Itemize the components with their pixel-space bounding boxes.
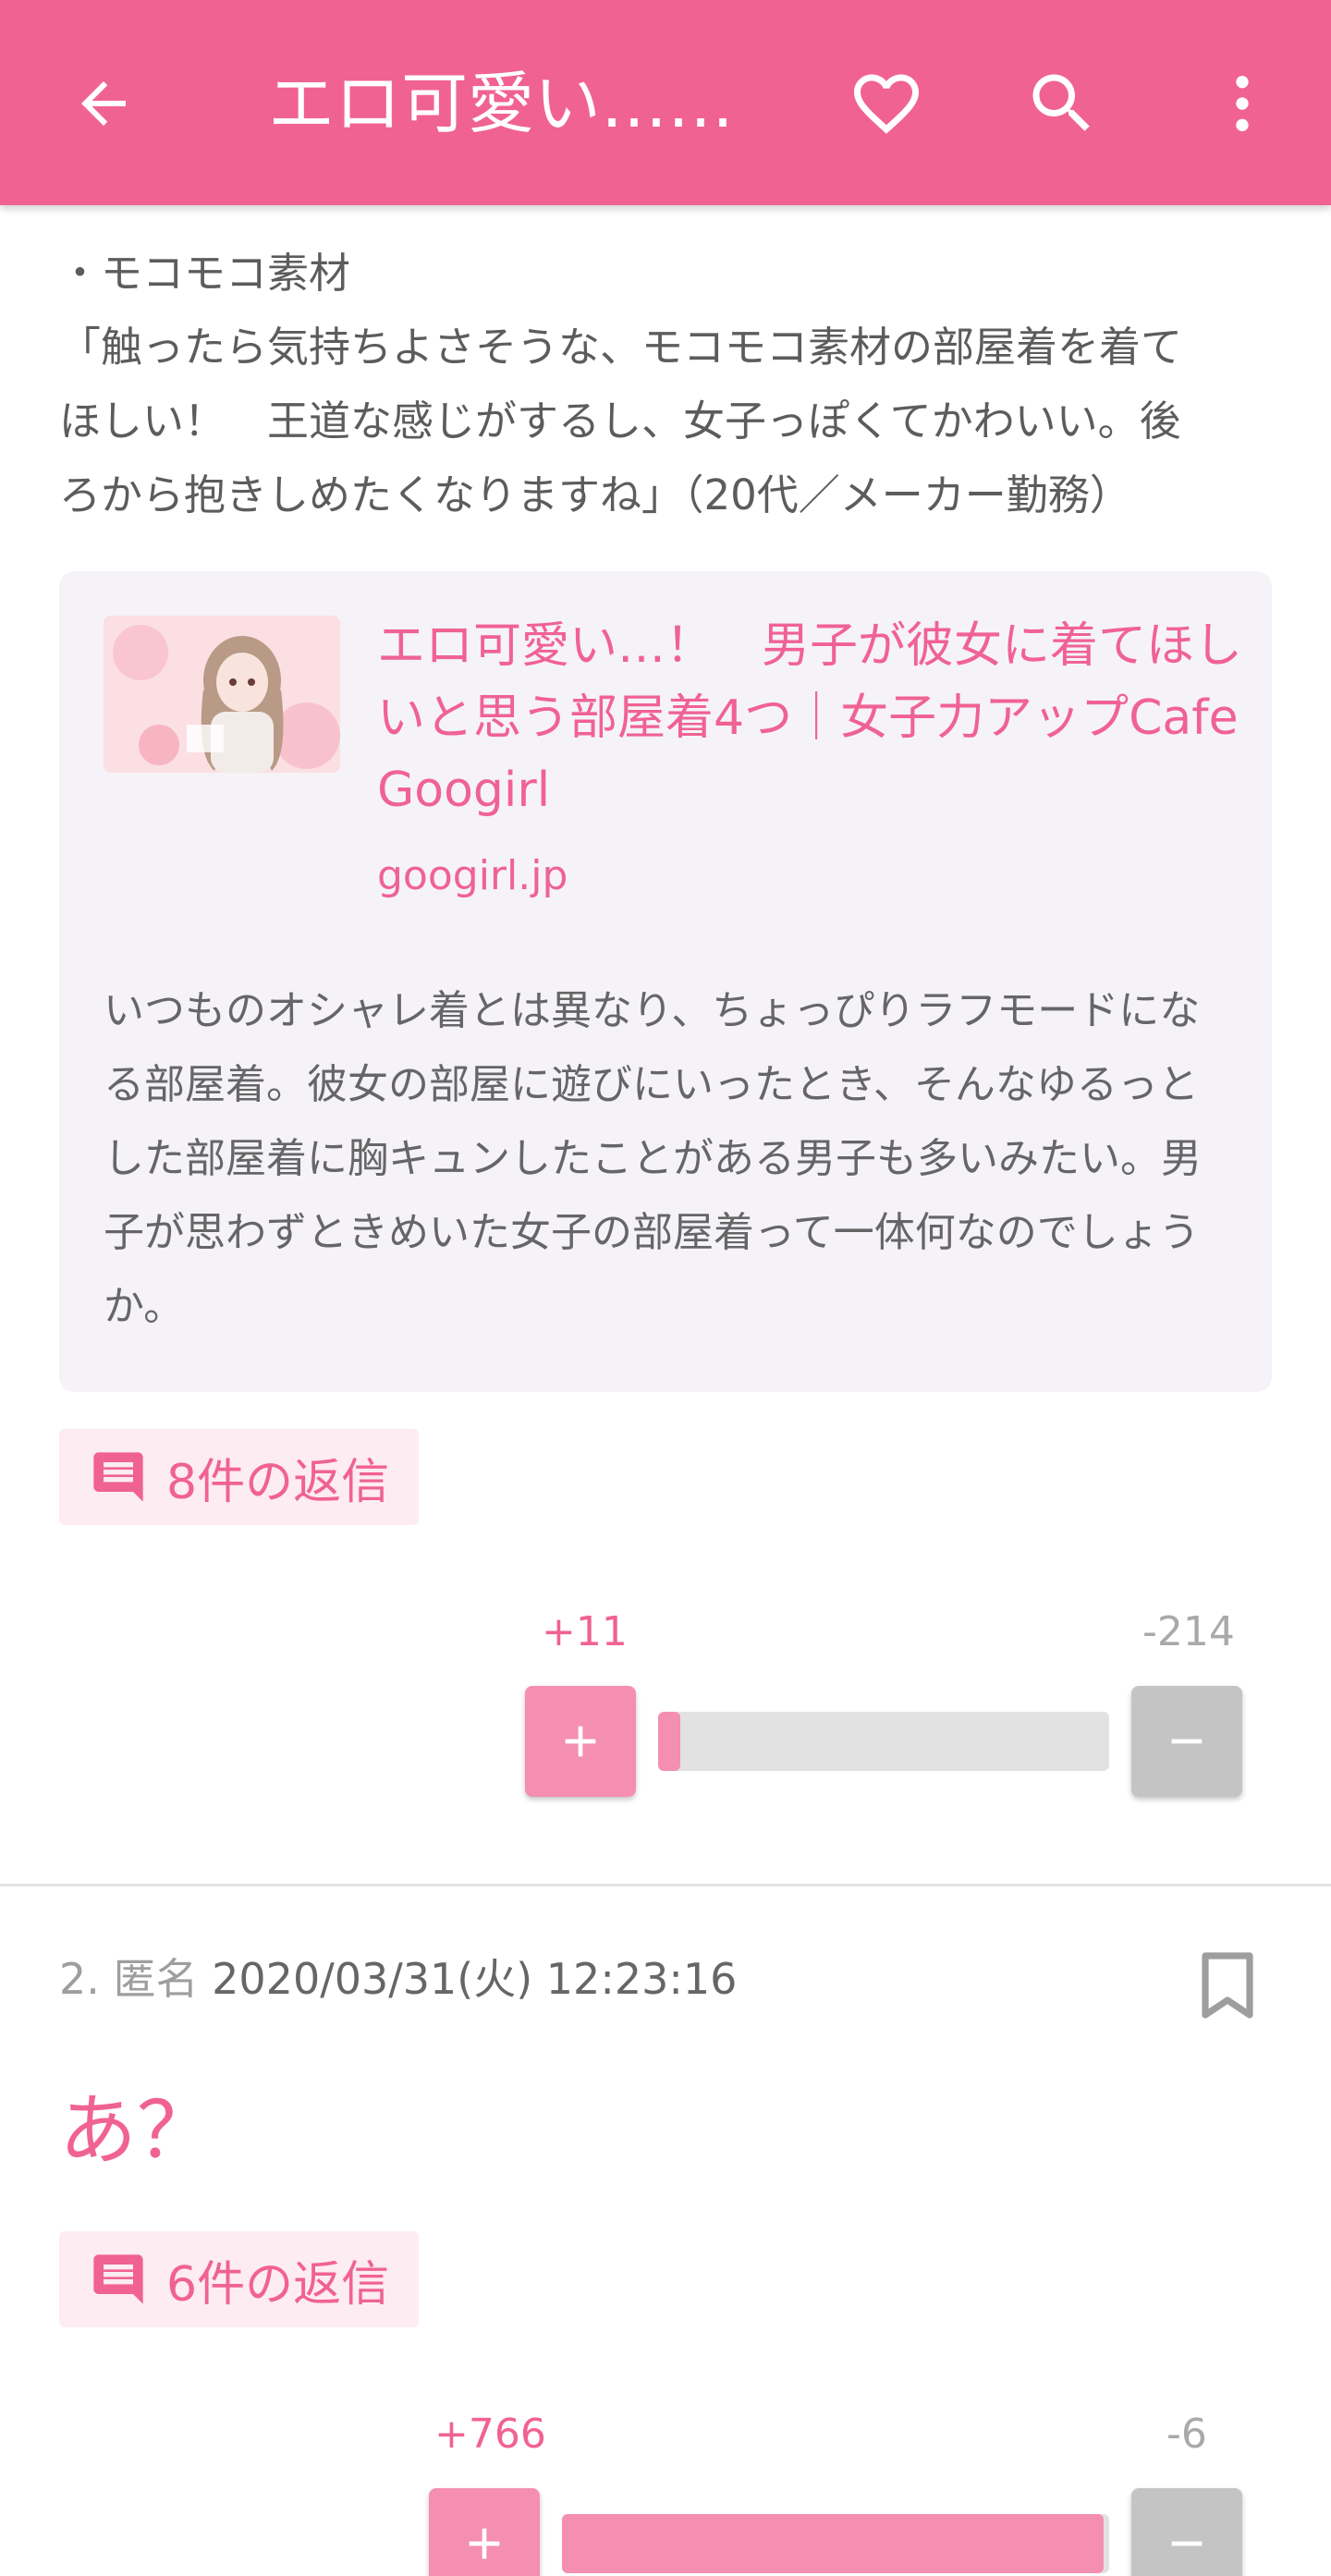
comment-datetime: 2020/03/31(火) 12:23:16 [212, 1954, 738, 2004]
vote-ratio-fill [658, 1712, 681, 1771]
vote-panel: +11 -214 [0, 1608, 1331, 1812]
minus-icon [1171, 1739, 1203, 1744]
post-body: ・モコモコ素材 「触ったら気持ちよさそうな、モコモコ素材の部屋着を着て ほしい！… [59, 237, 1279, 532]
link-domain: googirl.jp [377, 852, 568, 899]
comment-number: 2. [59, 1954, 100, 2004]
app-bar: エロ可愛い…… [0, 0, 1331, 205]
minus-count: -6 [1166, 2411, 1207, 2458]
comment-body: あ？ [59, 2085, 215, 2176]
comment-author: 匿名 [113, 1954, 199, 2004]
plus-vote-button[interactable] [429, 2488, 540, 2576]
plus-count: +766 [434, 2411, 546, 2458]
page-title: エロ可愛い…… [268, 65, 735, 142]
replies-label: 8件の返信 [166, 1454, 390, 1510]
plus-icon [469, 2528, 500, 2559]
comment-icon [93, 1452, 143, 1502]
post-line: 「触ったら気持ちよさそうな、モコモコ素材の部屋着を着て [59, 323, 1183, 372]
link-description: いつものオシャレ着とは異なり、ちょっぴりラフモードになる部屋着。彼女の部屋に遊び… [104, 987, 1202, 1330]
back-button[interactable] [52, 52, 155, 155]
plus-count: +11 [542, 1608, 628, 1655]
minus-vote-button[interactable] [1131, 1686, 1242, 1797]
post-line: ほしい！ 王道な感じがするし、女子っぽくてかわいい。後 [59, 397, 1181, 446]
comment-header: 2. 匿名 2020/03/31(火) 12:23:16 [59, 1947, 737, 2011]
plus-vote-button[interactable] [525, 1686, 636, 1797]
minus-vote-button[interactable] [1131, 2488, 1242, 2576]
arrow-back-icon [81, 81, 126, 126]
link-title[interactable]: エロ可愛い…！ 男子が彼女に着てほしいと思う部屋着4つ｜女子力アップCafe G… [377, 610, 1246, 826]
replies-button[interactable]: 6件の返信 [59, 2231, 420, 2327]
post-line: ・モコモコ素材 [59, 249, 351, 298]
replies-button[interactable]: 8件の返信 [59, 1429, 420, 1525]
plus-icon [565, 1726, 596, 1757]
vote-ratio-bar [658, 1712, 1109, 1771]
divider [0, 1884, 1331, 1886]
vote-panel: +766 -6 [0, 2411, 1331, 2576]
vote-ratio-bar [562, 2514, 1109, 2573]
comment-icon [93, 2254, 143, 2304]
favorite-button[interactable] [835, 52, 938, 155]
minus-count: -214 [1142, 1608, 1235, 1655]
search-button[interactable] [1010, 52, 1114, 155]
more-options-button[interactable] [1191, 52, 1294, 155]
replies-label: 6件の返信 [166, 2256, 390, 2313]
bookmark-outline-icon [1202, 1952, 1253, 2019]
heart-outline-icon [854, 74, 919, 134]
search-icon [1032, 74, 1090, 131]
minus-icon [1171, 2541, 1203, 2546]
vote-ratio-fill [562, 2514, 1105, 2573]
bookmark-button[interactable] [1198, 1950, 1257, 2021]
link-thumbnail-image [104, 616, 340, 773]
post-line: ろから抱きしめたくなりますね」（20代／メーカー勤務） [59, 470, 1131, 519]
link-preview-card[interactable]: エロ可愛い…！ 男子が彼女に着てほしいと思う部屋着4つ｜女子力アップCafe G… [59, 571, 1272, 1392]
more-vert-icon [1236, 76, 1249, 131]
